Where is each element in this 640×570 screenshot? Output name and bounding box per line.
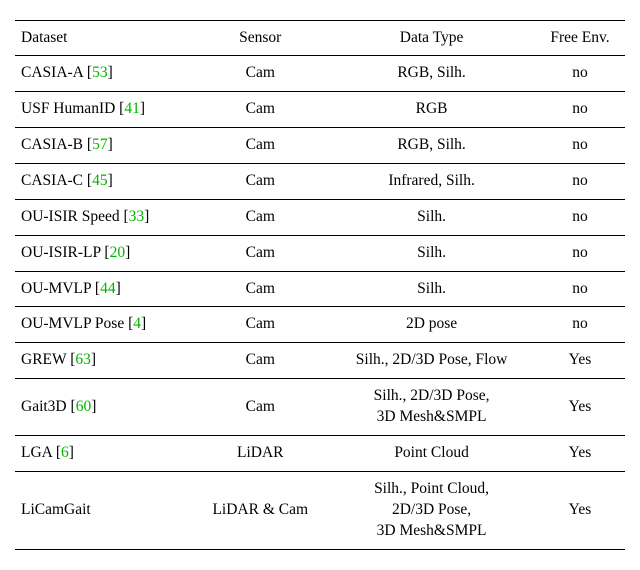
cell-freeenv: no — [535, 127, 625, 163]
cell-dataset: CASIA-C [45] — [15, 163, 192, 199]
table-row: OU-ISIR-LP [20]CamSilh.no — [15, 235, 625, 271]
cell-dataset: CASIA-B [57] — [15, 127, 192, 163]
dataset-name: OU-ISIR-LP — [21, 244, 101, 261]
cell-sensor: Cam — [192, 379, 328, 436]
citation-ref: 44 — [100, 280, 116, 297]
table-row: CASIA-A [53]CamRGB, Silh.no — [15, 56, 625, 92]
cell-dataset: CASIA-A [53] — [15, 56, 192, 92]
cell-datatype: Silh., 2D/3D Pose, Flow — [328, 343, 535, 379]
cell-datatype: RGB, Silh. — [328, 56, 535, 92]
cell-datatype: Silh. — [328, 271, 535, 307]
dataset-name: Gait3D — [21, 398, 67, 415]
dataset-name: GREW — [21, 351, 66, 368]
cell-freeenv: no — [535, 56, 625, 92]
citation-ref: 4 — [133, 315, 141, 332]
cell-sensor: Cam — [192, 91, 328, 127]
table-row: CASIA-C [45]CamInfrared, Silh.no — [15, 163, 625, 199]
cell-freeenv: no — [535, 91, 625, 127]
cell-sensor: Cam — [192, 343, 328, 379]
cell-freeenv: Yes — [535, 436, 625, 472]
col-dataset: Dataset — [15, 21, 192, 56]
dataset-name: OU-ISIR Speed — [21, 208, 120, 225]
col-sensor: Sensor — [192, 21, 328, 56]
cell-sensor: Cam — [192, 307, 328, 343]
cell-datatype: 2D pose — [328, 307, 535, 343]
cell-datatype: Silh., Point Cloud, 2D/3D Pose, 3D Mesh&… — [328, 472, 535, 550]
table-row: CASIA-B [57]CamRGB, Silh.no — [15, 127, 625, 163]
cell-freeenv: no — [535, 307, 625, 343]
cell-freeenv: no — [535, 235, 625, 271]
cell-freeenv: no — [535, 163, 625, 199]
table-row: Gait3D [60]CamSilh., 2D/3D Pose, 3D Mesh… — [15, 379, 625, 436]
cell-sensor: Cam — [192, 199, 328, 235]
table-row: OU-MVLP Pose [4]Cam2D poseno — [15, 307, 625, 343]
table-row: LGA [6]LiDARPoint CloudYes — [15, 436, 625, 472]
cell-sensor: Cam — [192, 235, 328, 271]
cell-datatype: Silh. — [328, 235, 535, 271]
table-row: USF HumanID [41]CamRGBno — [15, 91, 625, 127]
cell-freeenv: Yes — [535, 343, 625, 379]
citation-ref: 57 — [92, 136, 108, 153]
cell-sensor: Cam — [192, 127, 328, 163]
cell-sensor: Cam — [192, 271, 328, 307]
cell-dataset: LiCamGait — [15, 472, 192, 550]
citation-ref: 20 — [110, 244, 126, 261]
cell-sensor: Cam — [192, 163, 328, 199]
dataset-comparison-table: Dataset Sensor Data Type Free Env. CASIA… — [15, 20, 625, 550]
citation-ref: 45 — [92, 172, 108, 189]
cell-dataset: OU-ISIR-LP [20] — [15, 235, 192, 271]
cell-freeenv: no — [535, 271, 625, 307]
cell-datatype: RGB — [328, 91, 535, 127]
cell-sensor: Cam — [192, 56, 328, 92]
cell-dataset: USF HumanID [41] — [15, 91, 192, 127]
cell-freeenv: Yes — [535, 472, 625, 550]
cell-datatype: RGB, Silh. — [328, 127, 535, 163]
cell-dataset: GREW [63] — [15, 343, 192, 379]
cell-freeenv: Yes — [535, 379, 625, 436]
dataset-name: CASIA-B — [21, 136, 83, 153]
cell-dataset: Gait3D [60] — [15, 379, 192, 436]
citation-ref: 33 — [129, 208, 145, 225]
citation-ref: 41 — [124, 100, 140, 117]
dataset-name: CASIA-A — [21, 64, 83, 81]
col-datatype: Data Type — [328, 21, 535, 56]
cell-dataset: LGA [6] — [15, 436, 192, 472]
dataset-name: LiCamGait — [21, 501, 91, 518]
col-freeenv: Free Env. — [535, 21, 625, 56]
cell-dataset: OU-MVLP [44] — [15, 271, 192, 307]
cell-datatype: Infrared, Silh. — [328, 163, 535, 199]
citation-ref: 63 — [75, 351, 91, 368]
dataset-name: OU-MVLP Pose — [21, 315, 124, 332]
table-row: GREW [63]CamSilh., 2D/3D Pose, FlowYes — [15, 343, 625, 379]
table-row: LiCamGait LiDAR & CamSilh., Point Cloud, … — [15, 472, 625, 550]
cell-dataset: OU-ISIR Speed [33] — [15, 199, 192, 235]
cell-datatype: Silh. — [328, 199, 535, 235]
dataset-name: USF HumanID — [21, 100, 115, 117]
cell-datatype: Silh., 2D/3D Pose, 3D Mesh&SMPL — [328, 379, 535, 436]
citation-ref: 6 — [61, 444, 69, 461]
table-row: OU-MVLP [44]CamSilh.no — [15, 271, 625, 307]
cell-sensor: LiDAR — [192, 436, 328, 472]
table-header-row: Dataset Sensor Data Type Free Env. — [15, 21, 625, 56]
citation-ref: 53 — [92, 64, 108, 81]
dataset-name: CASIA-C — [21, 172, 83, 189]
cell-dataset: OU-MVLP Pose [4] — [15, 307, 192, 343]
dataset-name: OU-MVLP — [21, 280, 91, 297]
table-row: OU-ISIR Speed [33]CamSilh.no — [15, 199, 625, 235]
cell-sensor: LiDAR & Cam — [192, 472, 328, 550]
cell-freeenv: no — [535, 199, 625, 235]
dataset-name: LGA — [21, 444, 52, 461]
citation-ref: 60 — [76, 398, 92, 415]
cell-datatype: Point Cloud — [328, 436, 535, 472]
